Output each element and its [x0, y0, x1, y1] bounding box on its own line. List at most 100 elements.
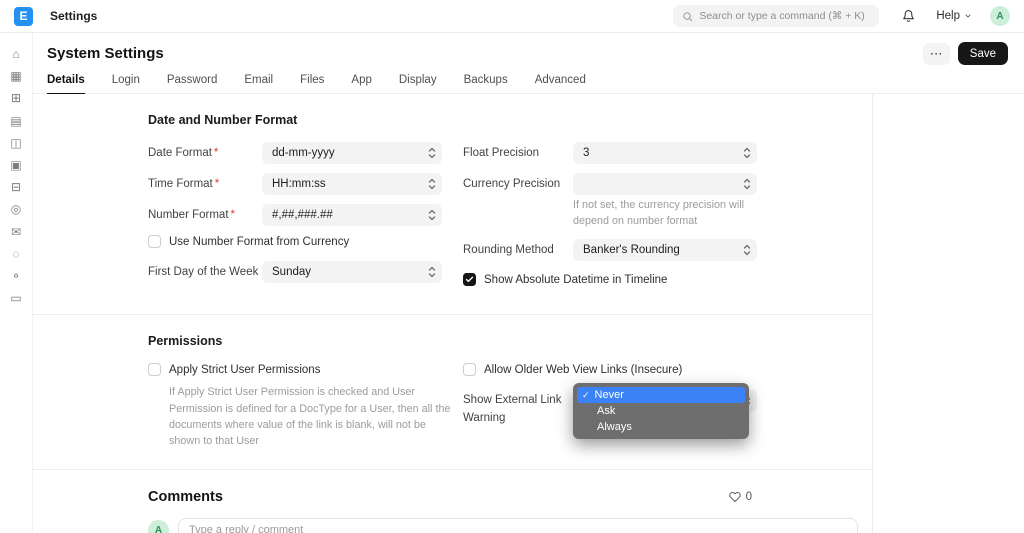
- select-stepper-icon: [428, 209, 436, 222]
- select-stepper-icon: [743, 244, 751, 257]
- save-button[interactable]: Save: [958, 42, 1008, 65]
- currency-precision-select[interactable]: [573, 173, 757, 195]
- float-precision-select[interactable]: 3: [573, 142, 757, 164]
- apply-strict-user-permissions-checkbox[interactable]: Apply Strict User Permissions: [148, 363, 463, 376]
- number-format-value: #,##,###.##: [272, 209, 333, 221]
- global-search-input[interactable]: Search or type a command (⌘ + K): [673, 5, 879, 27]
- module-icon-sidebar: ⌂ ▦ ⊞ ▤ ◫ ▣ ⊟ ◎ ✉ ◌ ⚬ ▭: [0, 33, 33, 533]
- checkbox-unchecked: [463, 363, 476, 376]
- comment-input[interactable]: [178, 518, 858, 533]
- tab-backups[interactable]: Backups: [464, 70, 508, 94]
- rounding-method-value: Banker's Rounding: [583, 244, 680, 256]
- section-permissions: Permissions Apply Strict User Permission…: [33, 314, 872, 469]
- select-stepper-icon: [743, 178, 751, 191]
- tab-files[interactable]: Files: [300, 70, 324, 94]
- select-stepper-icon: [428, 266, 436, 279]
- help-menu[interactable]: Help: [936, 10, 972, 22]
- products-icon[interactable]: ⊞: [11, 92, 21, 105]
- form-tabs: Details Login Password Email Files App D…: [33, 70, 1024, 94]
- search-icon: [682, 11, 693, 22]
- workspaces-icon[interactable]: ▦: [10, 70, 21, 83]
- tab-advanced[interactable]: Advanced: [535, 70, 586, 94]
- tab-app[interactable]: App: [351, 70, 371, 94]
- date-format-select[interactable]: dd-mm-yyyy: [262, 142, 442, 164]
- allow-older-web-view-links-checkbox[interactable]: Allow Older Web View Links (Insecure): [463, 363, 858, 376]
- check-icon: [465, 275, 474, 284]
- integrations-icon[interactable]: ⚬: [11, 270, 21, 283]
- app-title: Settings: [50, 9, 97, 23]
- chevron-down-icon: [964, 12, 972, 20]
- stock-icon[interactable]: ⊟: [11, 181, 21, 194]
- time-format-label: Time Format*: [148, 178, 262, 190]
- tab-email[interactable]: Email: [244, 70, 273, 94]
- show-absolute-datetime-checkbox[interactable]: Show Absolute Datetime in Timeline: [463, 273, 858, 286]
- required-mark: *: [215, 178, 219, 190]
- time-format-value: HH:mm:ss: [272, 178, 326, 190]
- checkbox-checked: [463, 273, 476, 286]
- support-icon[interactable]: ◌: [12, 248, 19, 261]
- select-stepper-icon: [428, 147, 436, 160]
- buying-icon[interactable]: ◫: [10, 137, 21, 150]
- required-mark: *: [214, 147, 218, 159]
- accounting-icon[interactable]: ▤: [10, 115, 21, 128]
- currency-precision-label: Currency Precision: [463, 178, 573, 190]
- notifications-bell-button[interactable]: [902, 9, 915, 23]
- comment-avatar: A: [148, 520, 169, 533]
- tab-login[interactable]: Login: [112, 70, 140, 94]
- currency-precision-help: If not set, the currency precision will …: [573, 197, 769, 229]
- apply-strict-help: If Apply Strict User Permission is check…: [169, 384, 453, 449]
- check-icon: ✓: [582, 390, 590, 401]
- like-count: 0: [746, 491, 752, 503]
- tab-display[interactable]: Display: [399, 70, 437, 94]
- tab-details[interactable]: Details: [47, 70, 85, 94]
- more-options-button[interactable]: ⋯: [923, 43, 950, 65]
- date-format-value: dd-mm-yyyy: [272, 147, 335, 159]
- float-precision-label: Float Precision: [463, 147, 573, 159]
- use-number-format-from-currency-checkbox[interactable]: Use Number Format from Currency: [148, 235, 463, 248]
- like-counter[interactable]: 0: [729, 491, 752, 503]
- checkbox-label: Show Absolute Datetime in Timeline: [484, 274, 667, 286]
- section-comments: Comments 0 A: [33, 469, 872, 533]
- dropdown-option-ask[interactable]: Ask: [577, 403, 745, 419]
- checkbox-label: Allow Older Web View Links (Insecure): [484, 364, 682, 376]
- page-header: System Settings ⋯ Save: [33, 33, 1024, 70]
- assets-icon[interactable]: ◎: [11, 203, 21, 216]
- heart-icon: [729, 491, 741, 503]
- show-external-link-warning-label: Show External Link Warning: [463, 390, 573, 428]
- top-bar: E Settings Search or type a command (⌘ +…: [0, 0, 1024, 33]
- dropdown-option-always[interactable]: Always: [577, 419, 745, 435]
- user-avatar[interactable]: A: [990, 6, 1010, 26]
- home-icon[interactable]: ⌂: [12, 48, 19, 61]
- checkbox-label: Apply Strict User Permissions: [169, 364, 320, 376]
- section-heading: Permissions: [148, 334, 858, 348]
- select-stepper-icon: [428, 178, 436, 191]
- first-day-of-week-value: Sunday: [272, 266, 311, 278]
- bell-icon: [902, 9, 915, 23]
- app-logo[interactable]: E: [14, 7, 33, 26]
- required-mark: *: [231, 209, 235, 221]
- checkbox-unchecked: [148, 363, 161, 376]
- float-precision-value: 3: [583, 147, 589, 159]
- selling-icon[interactable]: ▣: [10, 159, 21, 172]
- comments-heading: Comments: [148, 489, 223, 505]
- help-label: Help: [936, 10, 960, 22]
- first-day-of-week-select[interactable]: Sunday: [262, 261, 442, 283]
- external-link-warning-dropdown-menu: ✓ Never Ask Always: [573, 383, 749, 439]
- rounding-method-select[interactable]: Banker's Rounding: [573, 239, 757, 261]
- page-title: System Settings: [47, 45, 164, 62]
- form-body: Date and Number Format Date Format* dd-m…: [33, 94, 873, 533]
- number-format-select[interactable]: #,##,###.##: [262, 204, 442, 226]
- date-format-label: Date Format*: [148, 147, 262, 159]
- first-day-of-week-label: First Day of the Week: [148, 266, 262, 278]
- checkbox-unchecked: [148, 235, 161, 248]
- dropdown-option-never[interactable]: ✓ Never: [577, 387, 745, 403]
- tab-password[interactable]: Password: [167, 70, 218, 94]
- time-format-select[interactable]: HH:mm:ss: [262, 173, 442, 195]
- number-format-label: Number Format*: [148, 209, 262, 221]
- search-placeholder: Search or type a command (⌘ + K): [699, 10, 864, 22]
- rounding-method-label: Rounding Method: [463, 244, 573, 256]
- section-date-number-format: Date and Number Format Date Format* dd-m…: [33, 94, 872, 314]
- users-icon[interactable]: ▭: [10, 292, 21, 305]
- email-icon[interactable]: ✉: [11, 226, 21, 239]
- section-heading: Date and Number Format: [148, 113, 858, 127]
